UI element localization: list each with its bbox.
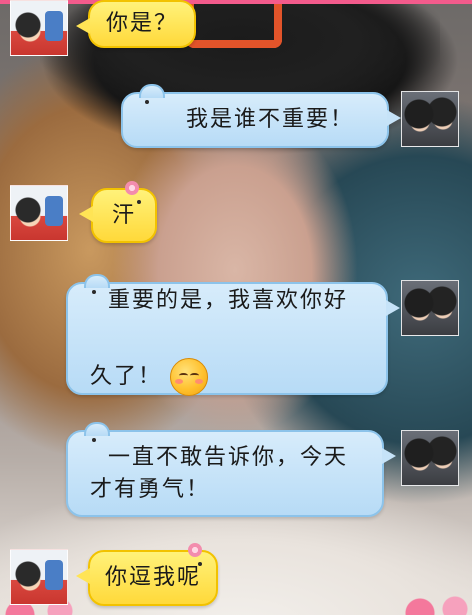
blushing-face-emoji-icon <box>170 357 209 396</box>
emoji-cheek <box>195 378 204 384</box>
message-text: 重要的是，我喜欢你好 久了！ <box>68 284 386 396</box>
bottom-heart-decoration <box>0 581 472 615</box>
avatar-right[interactable] <box>401 280 459 336</box>
message-text: 你是？ <box>105 11 178 36</box>
message-text: 一直不敢告诉你，今天 才有勇气！ <box>68 432 382 515</box>
bubble-tail <box>387 110 401 126</box>
message-bubble-5: 一直不敢告诉你，今天 才有勇气！ <box>66 422 396 517</box>
message-bubble-1: 你是？ <box>76 0 196 48</box>
top-pink-strip <box>0 0 472 4</box>
bubble-tail <box>79 206 93 222</box>
avatar-left[interactable] <box>10 549 68 605</box>
message-line-2-text: 久了！ <box>90 363 163 389</box>
message-bubble-2: 我是谁不重要！ <box>121 84 401 148</box>
emoji-cheek <box>175 378 184 384</box>
message-text: 汗 <box>111 202 136 228</box>
bubble-tail <box>76 568 90 584</box>
message-line-1: 一直不敢告诉你，今天 <box>108 444 349 470</box>
bubble-tail <box>386 300 400 316</box>
message-bubble-4: 重要的是，我喜欢你好 久了！ <box>66 274 400 396</box>
message-bubble-3: 汗 <box>79 181 157 243</box>
avatar-right[interactable] <box>401 91 459 147</box>
message-text: 你逗我呢 <box>104 565 201 590</box>
cap-logo-shape <box>186 0 282 48</box>
avatar-left[interactable] <box>10 0 68 56</box>
message-line-2: 才有勇气！ <box>90 476 211 502</box>
avatar-right[interactable] <box>401 430 459 486</box>
bubble-tail <box>76 18 90 34</box>
bubble-tail <box>382 448 396 464</box>
message-text: 我是谁不重要！ <box>185 107 354 132</box>
avatar-left[interactable] <box>10 185 68 241</box>
message-line-2: 久了！ <box>90 320 209 396</box>
message-bubble-6: 你逗我呢 <box>76 543 218 606</box>
message-line-1: 重要的是，我喜欢你好 <box>108 287 349 313</box>
